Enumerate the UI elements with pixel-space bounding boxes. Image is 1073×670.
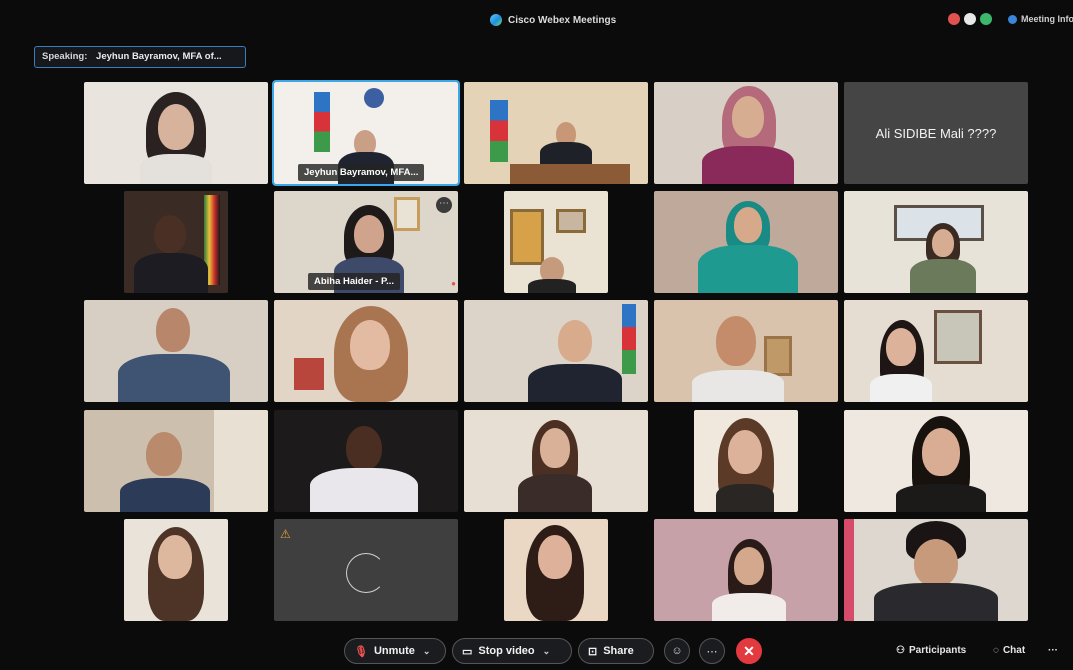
loading-spinner-icon <box>346 553 386 593</box>
overflow-label: ··· <box>1048 645 1058 656</box>
video-tile[interactable] <box>694 410 798 512</box>
close-icon: ✕ <box>743 642 755 659</box>
record-status-icon[interactable] <box>948 13 960 25</box>
video-tile[interactable] <box>124 191 228 293</box>
participant-name-placeholder: Ali SIDIBE Mali ???? <box>875 125 997 141</box>
app-title-text: Cisco Webex Meetings <box>508 14 617 26</box>
stop-video-button[interactable]: ▭ Stop video ⌄ <box>452 638 572 664</box>
tile-more-icon[interactable]: ⋯ <box>436 197 452 213</box>
video-tile[interactable] <box>464 300 648 402</box>
participant-name: Abiha Haider - P... <box>314 276 395 287</box>
chevron-down-icon[interactable]: ⌄ <box>423 646 431 657</box>
video-tile[interactable] <box>654 300 838 402</box>
more-icon: ⋯ <box>706 645 718 658</box>
video-tile[interactable] <box>844 519 1028 621</box>
warning-icon: ⚠ <box>280 527 291 541</box>
video-tile[interactable] <box>84 300 268 402</box>
video-camera-icon: ▭ <box>462 645 473 658</box>
video-tile[interactable] <box>654 191 838 293</box>
video-tile[interactable] <box>844 300 1028 402</box>
chevron-down-icon[interactable]: ⌄ <box>543 646 551 657</box>
microphone-muted-icon: 🎙 <box>354 645 368 658</box>
video-tile[interactable] <box>844 191 1028 293</box>
video-tile-connecting[interactable]: ⚠ <box>274 519 458 621</box>
participants-label: Participants <box>908 645 967 656</box>
unmute-button[interactable]: 🎙 Unmute ⌄ <box>344 638 446 664</box>
reactions-button[interactable]: ☺ <box>664 638 690 664</box>
video-tile[interactable] <box>274 410 458 512</box>
participants-button[interactable]: ⚇ Participants <box>896 645 966 656</box>
video-tile[interactable] <box>124 519 228 621</box>
video-tile[interactable] <box>464 410 648 512</box>
meeting-info-button[interactable]: Meeting Info <box>1008 14 1073 24</box>
video-tile[interactable] <box>464 82 648 184</box>
chat-icon: ◌ <box>993 645 999 656</box>
participant-name-tag: Jeyhun Bayramov, MFA... <box>298 164 425 181</box>
emoji-icon: ☺ <box>671 645 683 657</box>
more-options-button[interactable]: ⋯ <box>699 638 725 664</box>
video-tile-no-video[interactable]: Ali SIDIBE Mali ???? <box>844 82 1028 184</box>
chat-button[interactable]: ◌ Chat <box>993 645 1025 656</box>
muted-mic-icon: ● <box>451 279 456 288</box>
video-tile-speaker[interactable]: Jeyhun Bayramov, MFA... <box>272 80 460 186</box>
video-tile[interactable] <box>504 519 608 621</box>
video-tile[interactable] <box>84 410 268 512</box>
participant-name-tag: Abiha Haider - P... <box>308 273 401 290</box>
participants-icon: ⚇ <box>896 645 905 656</box>
title-bar: Cisco Webex Meetings Meeting Info <box>0 0 1073 40</box>
meeting-controls-toolbar: 🎙 Unmute ⌄ ▭ Stop video ⌄ ⊡ Share ☺ ⋯ ✕ … <box>0 632 1073 670</box>
video-tile[interactable] <box>504 191 608 293</box>
app-title: Cisco Webex Meetings <box>490 14 616 26</box>
speaking-label: Speaking: <box>42 51 88 62</box>
lock-status-icon[interactable] <box>964 13 976 25</box>
video-tile[interactable] <box>84 82 268 184</box>
share-button[interactable]: ⊡ Share <box>578 638 654 664</box>
active-speaker-indicator: Speaking: Jeyhun Bayramov, MFA of... <box>34 46 246 68</box>
speaking-name: Jeyhun Bayramov, MFA of... <box>96 51 222 62</box>
share-label: Share <box>603 645 634 657</box>
share-screen-icon: ⊡ <box>588 645 598 658</box>
video-tile[interactable] <box>274 300 458 402</box>
video-tile[interactable] <box>654 82 838 184</box>
connection-status-icon[interactable] <box>980 13 992 25</box>
video-tile[interactable] <box>654 519 838 621</box>
meeting-info-label: Meeting Info <box>1021 14 1073 24</box>
stop-video-label: Stop video <box>478 645 535 657</box>
video-tile[interactable] <box>844 410 1028 512</box>
info-icon <box>1008 14 1017 24</box>
webex-logo-icon <box>490 14 502 26</box>
status-icons <box>948 13 992 25</box>
video-tile[interactable]: ⋯ Abiha Haider - P... ● <box>274 191 458 293</box>
chat-label: Chat <box>1002 645 1026 656</box>
overflow-menu-button[interactable]: ··· <box>1048 645 1058 656</box>
leave-meeting-button[interactable]: ✕ <box>736 638 762 664</box>
unmute-label: Unmute <box>373 645 415 657</box>
